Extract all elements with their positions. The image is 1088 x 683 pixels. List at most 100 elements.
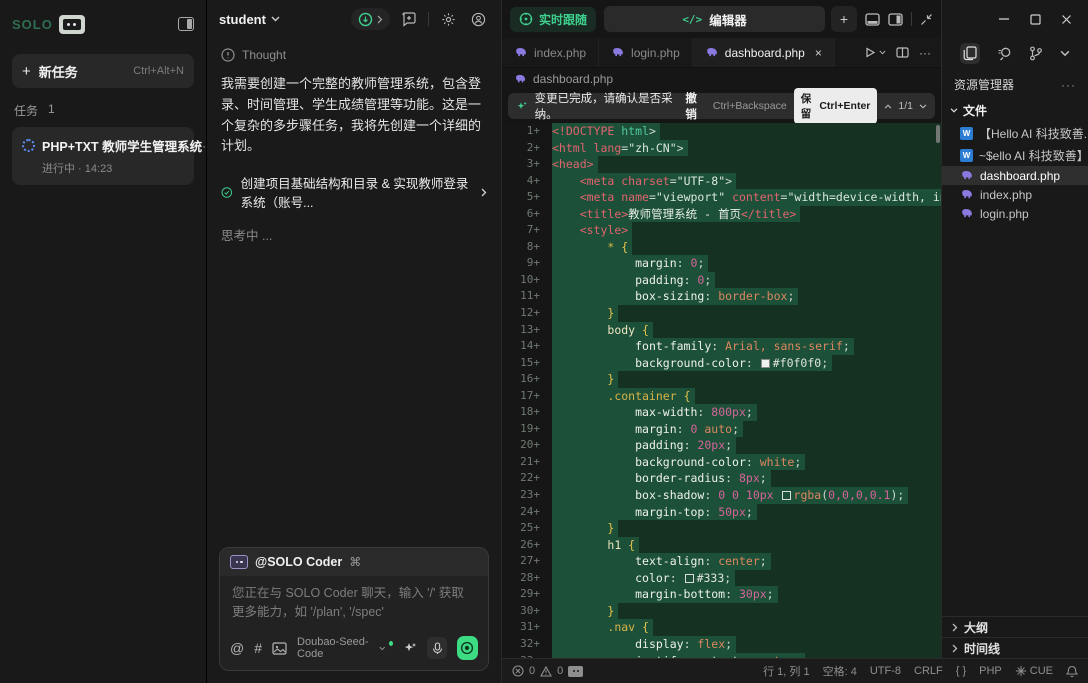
editor-tab-dashboard.php[interactable]: dashboard.php× bbox=[693, 38, 835, 67]
keep-button[interactable]: 保留 Ctrl+Enter bbox=[794, 88, 878, 124]
window-minimize-button[interactable] bbox=[998, 13, 1010, 25]
search-icon[interactable] bbox=[997, 46, 1012, 61]
toggle-right-panel-icon[interactable] bbox=[888, 13, 903, 26]
file-item-index.php[interactable]: index.php bbox=[942, 185, 1088, 204]
task-step-item[interactable]: 创建项目基础结构和目录 & 实现教师登录系统（账号... bbox=[207, 161, 501, 211]
editor-tab-index.php[interactable]: index.php bbox=[502, 38, 599, 67]
follow-scroll-button[interactable] bbox=[351, 8, 390, 30]
timeline-section[interactable]: 时间线 bbox=[942, 637, 1088, 658]
outline-section[interactable]: 大纲 bbox=[942, 616, 1088, 637]
git-branch-icon[interactable] bbox=[1029, 46, 1043, 61]
status-item[interactable]: CUE bbox=[1030, 665, 1053, 677]
status-item[interactable]: 空格: 4 bbox=[823, 663, 857, 679]
collapse-view-icon[interactable] bbox=[920, 13, 933, 26]
php-icon bbox=[960, 208, 974, 219]
close-tab-icon[interactable]: × bbox=[815, 46, 822, 60]
file-item-login.php[interactable]: login.php bbox=[942, 204, 1088, 223]
code-line[interactable]: 25+ } bbox=[502, 520, 941, 537]
code-line[interactable]: 12+ } bbox=[502, 305, 941, 322]
status-item[interactable]: CRLF bbox=[914, 665, 943, 677]
code-line[interactable]: 24+ margin-top: 50px; bbox=[502, 504, 941, 521]
context-button[interactable]: # bbox=[254, 640, 262, 656]
file-item-HelloAI...[interactable]: W【Hello AI 科技致善... bbox=[942, 122, 1088, 144]
code-line[interactable]: 5+ <meta name="viewport" content="width=… bbox=[502, 189, 941, 206]
code-line[interactable]: 22+ border-radius: 8px; bbox=[502, 470, 941, 487]
live-follow-toggle[interactable]: 实时跟随 bbox=[510, 7, 596, 32]
code-line[interactable]: 10+ padding: 0; bbox=[502, 272, 941, 289]
code-line[interactable]: 13+ body { bbox=[502, 322, 941, 339]
code-line[interactable]: 21+ background-color: white; bbox=[502, 454, 941, 471]
split-editor-icon[interactable] bbox=[896, 47, 909, 58]
explorer-more-button[interactable]: ··· bbox=[1061, 78, 1076, 92]
scrollbar-thumb[interactable] bbox=[936, 125, 940, 143]
code-line[interactable]: 4+ <meta charset="UTF-8"> bbox=[502, 173, 941, 190]
code-line[interactable]: 27+ text-align: center; bbox=[502, 553, 941, 570]
chevron-down-icon bbox=[271, 16, 280, 22]
mention-button[interactable]: @ bbox=[230, 640, 244, 656]
task-card[interactable]: PHP+TXT 教师学生管理系统 ··· 进行中 · 14:23 bbox=[12, 127, 194, 185]
code-line[interactable]: 23+ box-shadow: 0 0 10px rgba(0,0,0,0.1)… bbox=[502, 487, 941, 504]
solo-status-badge-icon[interactable] bbox=[568, 666, 583, 677]
new-task-button[interactable]: + 新任务 Ctrl+Alt+N bbox=[12, 54, 194, 88]
voice-record-button[interactable] bbox=[457, 636, 478, 660]
code-line[interactable]: 20+ padding: 20px; bbox=[502, 437, 941, 454]
code-area[interactable]: 1+<!DOCTYPE html>2+<html lang="zh-CN">3+… bbox=[502, 123, 941, 658]
tab-editor[interactable]: </> 编辑器 bbox=[604, 6, 825, 32]
status-item[interactable]: 行 1, 列 1 bbox=[763, 663, 809, 679]
notifications-bell-icon[interactable] bbox=[1066, 665, 1078, 678]
model-selector[interactable]: Doubao-Seed-Code bbox=[297, 636, 393, 660]
image-attach-button[interactable] bbox=[272, 642, 287, 655]
more-views-chevron-icon[interactable] bbox=[1060, 50, 1070, 57]
code-line[interactable]: 31+ .nav { bbox=[502, 619, 941, 636]
code-line[interactable]: 2+<html lang="zh-CN"> bbox=[502, 140, 941, 157]
editor-tab-login.php[interactable]: login.php bbox=[599, 38, 693, 67]
status-item[interactable]: PHP bbox=[979, 665, 1002, 677]
warnings-icon[interactable] bbox=[540, 666, 552, 677]
code-line[interactable]: 7+ <style> bbox=[502, 222, 941, 239]
code-line[interactable]: 9+ margin: 0; bbox=[502, 255, 941, 272]
code-line[interactable]: 32+ display: flex; bbox=[502, 636, 941, 653]
file-item-dashboard.php[interactable]: dashboard.php bbox=[942, 166, 1088, 185]
agent-selector[interactable]: student bbox=[219, 12, 280, 27]
code-line[interactable]: 29+ margin-bottom: 30px; bbox=[502, 586, 941, 603]
window-close-button[interactable] bbox=[1061, 14, 1072, 25]
chat-input[interactable]: 您正在与 SOLO Coder 聊天，输入 '/' 获取更多能力，如 '/pla… bbox=[220, 576, 488, 628]
code-line[interactable]: 28+ color: #333; bbox=[502, 570, 941, 587]
breadcrumb[interactable]: dashboard.php bbox=[502, 68, 941, 90]
prev-change-icon[interactable] bbox=[884, 104, 892, 109]
more-actions-button[interactable]: ··· bbox=[919, 46, 931, 60]
code-line[interactable]: 8+ * { bbox=[502, 239, 941, 256]
run-button[interactable] bbox=[865, 47, 886, 58]
code-line[interactable]: 18+ max-width: 800px; bbox=[502, 404, 941, 421]
code-line[interactable]: 15+ background-color: #f0f0f0; bbox=[502, 355, 941, 372]
code-line[interactable]: 17+ .container { bbox=[502, 388, 941, 405]
code-line[interactable]: 3+<head> bbox=[502, 156, 941, 173]
code-line[interactable]: 30+ } bbox=[502, 603, 941, 620]
undo-button[interactable]: 撤销 bbox=[685, 90, 706, 122]
files-section-header[interactable]: 文件 bbox=[942, 99, 1088, 122]
code-line[interactable]: 26+ h1 { bbox=[502, 537, 941, 554]
code-line[interactable]: 14+ font-family: Arial, sans-serif; bbox=[502, 338, 941, 355]
line-number: 27+ bbox=[502, 553, 552, 570]
account-icon[interactable] bbox=[467, 8, 489, 30]
next-change-icon[interactable] bbox=[919, 104, 927, 109]
code-line[interactable]: 11+ box-sizing: border-box; bbox=[502, 288, 941, 305]
code-line[interactable]: 16+ } bbox=[502, 371, 941, 388]
code-line[interactable]: 19+ margin: 0 auto; bbox=[502, 421, 941, 438]
settings-gear-icon[interactable] bbox=[437, 8, 459, 30]
expand-step-icon[interactable] bbox=[481, 188, 487, 197]
status-item[interactable]: UTF-8 bbox=[870, 665, 901, 677]
explorer-files-icon[interactable] bbox=[960, 43, 980, 64]
new-chat-button[interactable] bbox=[398, 8, 420, 30]
enhance-sparkle-icon[interactable] bbox=[403, 641, 417, 655]
file-item-elloAI...[interactable]: W~$ello AI 科技致善】... bbox=[942, 144, 1088, 166]
add-view-button[interactable]: + bbox=[831, 6, 857, 32]
code-line[interactable]: 6+ <title>教师管理系统 - 首页</title> bbox=[502, 206, 941, 223]
microphone-button[interactable] bbox=[427, 637, 446, 659]
code-line[interactable]: 1+<!DOCTYPE html> bbox=[502, 123, 941, 140]
toggle-bottom-panel-icon[interactable] bbox=[865, 13, 880, 26]
status-item[interactable]: { } bbox=[956, 665, 966, 677]
collapse-sidebar-icon[interactable] bbox=[178, 17, 194, 31]
errors-icon[interactable] bbox=[512, 665, 524, 677]
window-maximize-button[interactable] bbox=[1030, 14, 1041, 25]
